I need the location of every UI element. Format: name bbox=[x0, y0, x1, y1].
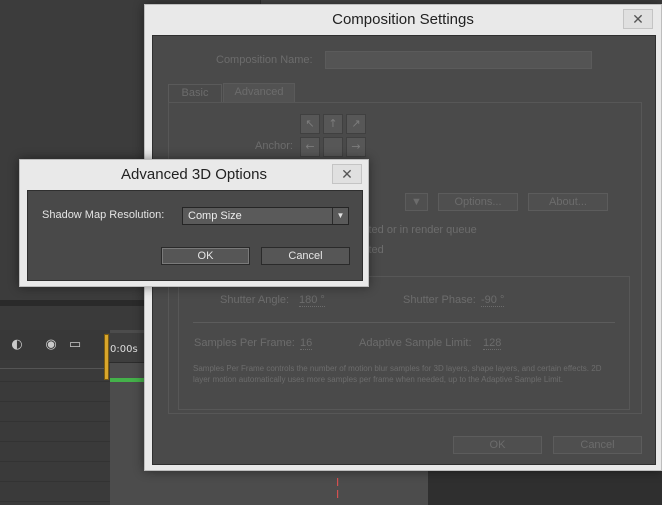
group-divider bbox=[193, 322, 615, 323]
shutter-angle-value[interactable]: 180 ° bbox=[299, 294, 325, 307]
samples-per-frame-value[interactable]: 16 bbox=[300, 337, 313, 350]
frame-blending-icon[interactable]: ▭ bbox=[66, 337, 84, 353]
renderer-about-button[interactable]: About... bbox=[528, 193, 608, 211]
advanced-3d-options-dialog: Advanced 3D Options ✕ Shadow Map Resolut… bbox=[19, 159, 369, 287]
text-cursor-icon: II bbox=[336, 476, 340, 501]
ok-button[interactable]: OK bbox=[161, 247, 250, 265]
samples-per-frame-label: Samples Per Frame: bbox=[194, 337, 295, 349]
comp-ok-button[interactable]: OK bbox=[453, 436, 542, 454]
status-strip bbox=[428, 470, 662, 505]
anchor-top-icon[interactable]: ↑ bbox=[323, 114, 343, 134]
cancel-button[interactable]: Cancel bbox=[261, 247, 350, 265]
tab-advanced[interactable]: Advanced bbox=[223, 83, 295, 102]
motion-blur-icon[interactable]: ◐ bbox=[8, 337, 26, 353]
current-time-indicator[interactable] bbox=[104, 334, 109, 380]
timeline-layer-rows bbox=[0, 362, 110, 505]
comp-cancel-button[interactable]: Cancel bbox=[553, 436, 642, 454]
composition-name-input[interactable] bbox=[325, 51, 592, 69]
shutter-phase-label: Shutter Phase: bbox=[403, 294, 476, 306]
adaptive-sample-limit-value[interactable]: 128 bbox=[483, 337, 502, 350]
renderer-dropdown-arrow[interactable]: ▼ bbox=[405, 193, 428, 211]
graph-editor-icon[interactable]: ◉ bbox=[42, 337, 60, 353]
advanced-3d-options-title: Advanced 3D Options bbox=[121, 166, 267, 183]
chevron-down-icon: ▼ bbox=[332, 208, 348, 224]
motion-blur-help-text: Samples Per Frame controls the number of… bbox=[193, 364, 602, 384]
advanced-3d-options-body: Shadow Map Resolution: Comp Size ▼ OK Ca… bbox=[27, 190, 363, 281]
tab-basic[interactable]: Basic bbox=[168, 84, 222, 102]
anchor-top-left-icon[interactable]: ↖ bbox=[300, 114, 320, 134]
composition-name-label: Composition Name: bbox=[216, 54, 313, 66]
shutter-phase-value[interactable]: -90 ° bbox=[481, 294, 505, 307]
timeline-current-time: 0:00s bbox=[110, 344, 138, 355]
composition-settings-title: Composition Settings bbox=[332, 11, 474, 28]
close-icon[interactable]: ✕ bbox=[623, 9, 653, 29]
close-icon[interactable]: ✕ bbox=[332, 164, 362, 184]
shadow-map-resolution-value: Comp Size bbox=[188, 210, 242, 222]
adaptive-sample-limit-label: Adaptive Sample Limit: bbox=[359, 337, 472, 349]
renderer-options-button[interactable]: Options... bbox=[438, 193, 518, 211]
nested-option-text: sted or in render queue bbox=[363, 224, 477, 236]
timeline-divider bbox=[0, 368, 105, 369]
anchor-right-icon[interactable]: → bbox=[346, 137, 366, 157]
shadow-map-resolution-label: Shadow Map Resolution: bbox=[42, 209, 165, 221]
anchor-center-icon[interactable] bbox=[323, 137, 343, 157]
shutter-angle-label: Shutter Angle: bbox=[220, 294, 290, 306]
anchor-top-right-icon[interactable]: ↗ bbox=[346, 114, 366, 134]
anchor-left-icon[interactable]: ← bbox=[300, 137, 320, 157]
anchor-label: Anchor: bbox=[255, 140, 293, 152]
shadow-map-resolution-select[interactable]: Comp Size ▼ bbox=[182, 207, 349, 225]
